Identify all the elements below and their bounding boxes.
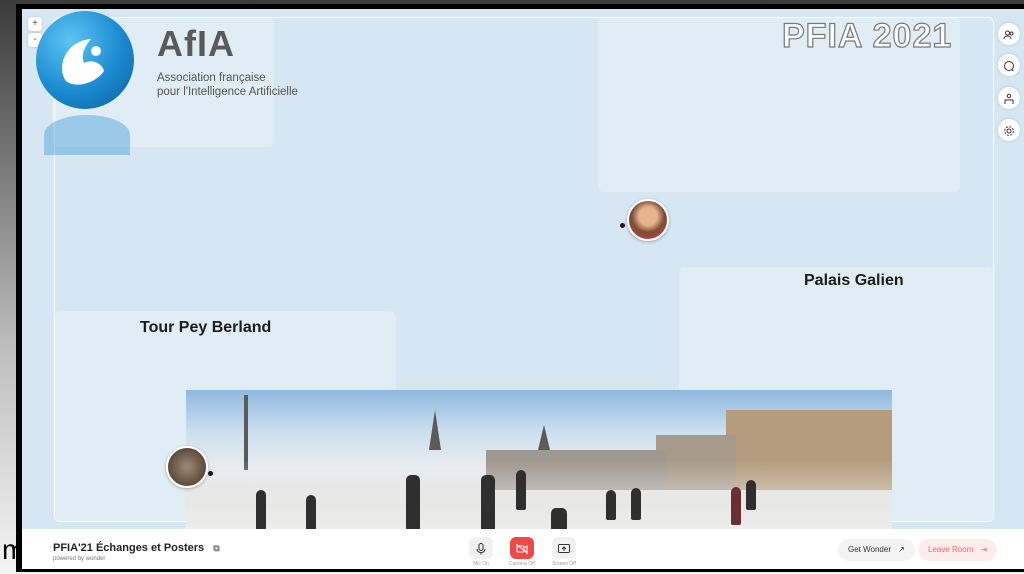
person [406,475,420,530]
screen-button[interactable] [552,537,576,559]
bottom-bar: PFIA'21 Échanges et Posters ⧉ powered by… [22,529,1024,569]
person [306,495,316,530]
user-avatar[interactable] [166,446,208,488]
water-mirror-mist [186,460,892,530]
get-wonder-label: Get Wonder [848,545,891,554]
person [481,475,495,530]
gear-icon[interactable] [998,119,1020,141]
event-title: PFIA 2021 [781,16,953,55]
camera-label: Camera Off [509,561,535,567]
leave-room-label: Leave Room [928,545,974,554]
ship-mast [244,395,248,470]
screen-share-icon [558,543,570,553]
get-wonder-button[interactable]: Get Wonder ↗ [838,539,915,561]
room-name-text: PFIA'21 Échanges et Posters [53,542,205,554]
screen-label: Screen Off [552,561,576,567]
zone-label-tour: Tour Pey Berland [140,319,272,336]
copy-icon[interactable]: ⧉ [213,543,219,553]
logo-subtitle-line2: pour l'Intelligence Artificielle [157,86,298,98]
cathedral-spire [429,410,441,450]
logo-subtitle: Association française pour l'Intelligenc… [157,71,298,99]
person [551,508,567,530]
powered-by: powered by wonder [53,556,106,562]
avatar-direction-dot [208,471,213,476]
person [731,487,741,525]
exit-icon: ⇥ [980,545,988,554]
wonder-space[interactable]: + - AfIA Association française pour l'In… [22,9,1024,569]
bordeaux-photo [186,390,892,530]
mic-button[interactable] [469,537,493,559]
camera-button[interactable] [510,537,534,559]
logo-title: AfIA [157,23,235,64]
people-icon[interactable] [998,23,1020,45]
leave-room-button[interactable]: Leave Room ⇥ [918,539,998,561]
person [746,480,756,510]
external-link-icon: ↗ [898,545,905,554]
person [256,490,266,530]
group-icon[interactable] [998,87,1020,109]
mic-icon [476,542,486,555]
room-name: PFIA'21 Échanges et Posters ⧉ [53,542,220,554]
person [606,490,616,520]
camera-off-icon [515,543,529,555]
afia-logo-icon [36,11,134,109]
avatar-direction-dot [620,223,625,228]
zone-label-palais: Palais Galien [804,272,904,289]
person [516,470,526,510]
chat-icon[interactable] [998,54,1020,76]
user-avatar[interactable] [627,199,669,241]
spire [538,425,550,450]
logo-reflection [44,115,130,155]
person [631,488,641,520]
mic-label: Mic On [473,561,489,567]
logo-subtitle-line1: Association française [157,72,266,84]
